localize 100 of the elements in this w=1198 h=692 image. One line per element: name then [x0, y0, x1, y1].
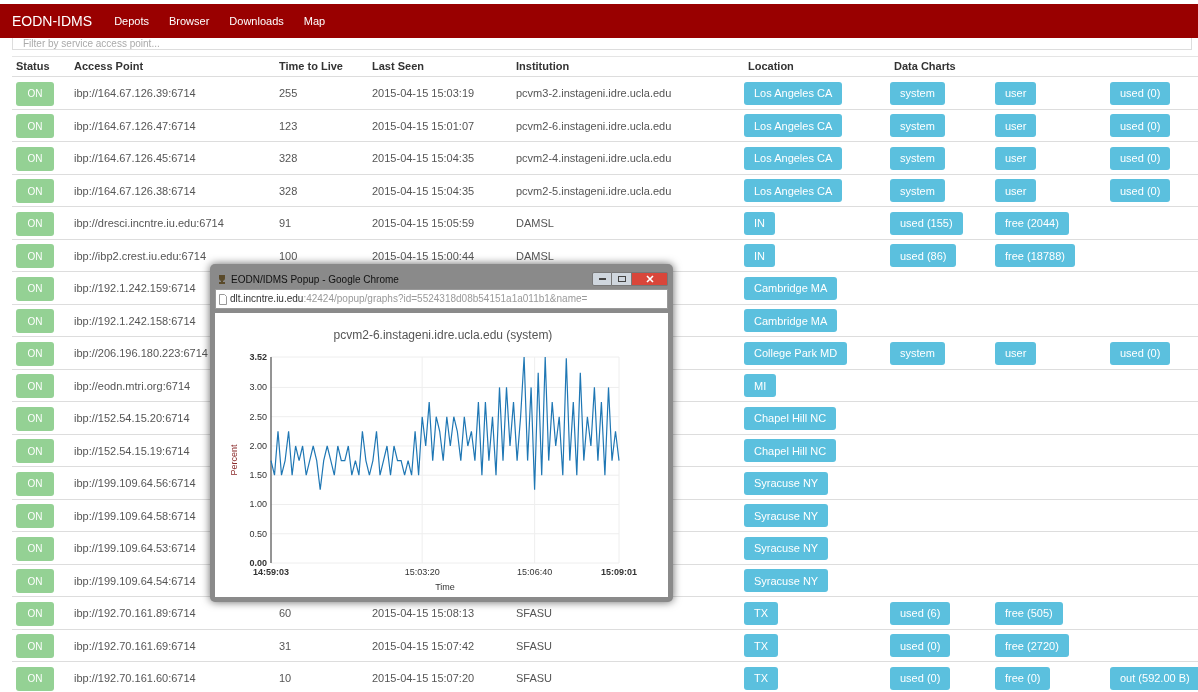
- status-badge: ON: [16, 276, 54, 301]
- data-chart-button[interactable]: system: [890, 114, 945, 138]
- location-button[interactable]: IN: [744, 211, 775, 235]
- nav-link[interactable]: Map: [303, 12, 326, 30]
- status-badge: ON: [16, 406, 54, 431]
- status-badge: ON: [16, 81, 54, 106]
- location-button[interactable]: TX: [744, 666, 779, 690]
- close-button[interactable]: [632, 272, 668, 286]
- last-seen: 2015-04-15 15:04:35: [371, 183, 475, 197]
- x-tick-label: 15:06:40: [517, 567, 553, 577]
- data-chart-button[interactable]: used (0): [1110, 114, 1171, 138]
- brand[interactable]: EODN-IDMS: [12, 10, 93, 32]
- data-chart-button[interactable]: used (0): [1110, 146, 1171, 170]
- time-to-live: 328: [278, 183, 298, 197]
- access-point: ibp://206.196.180.223:6714: [73, 346, 208, 359]
- data-chart-button[interactable]: free (0): [995, 666, 1051, 690]
- nav-link[interactable]: Browser: [169, 12, 210, 30]
- minimize-button[interactable]: [592, 272, 612, 286]
- data-chart-button[interactable]: free (2044): [995, 211, 1069, 235]
- last-seen: 2015-04-15 15:01:07: [371, 118, 475, 132]
- time-to-live: 60: [278, 606, 292, 619]
- trophy-icon: [217, 274, 227, 284]
- status-badge: ON: [16, 114, 54, 138]
- status-badge: ON: [16, 666, 54, 691]
- maximize-button[interactable]: [612, 272, 632, 286]
- time-to-live: 123: [278, 118, 298, 132]
- data-chart-button[interactable]: system: [890, 179, 945, 203]
- location-button[interactable]: MI: [744, 374, 777, 398]
- column-header: Institution: [515, 60, 570, 73]
- data-chart-button[interactable]: system: [890, 341, 945, 365]
- data-chart-button[interactable]: used (155): [890, 211, 963, 235]
- location-button[interactable]: Cambridge MA: [744, 309, 838, 333]
- location-button[interactable]: TX: [744, 601, 779, 625]
- data-chart-button[interactable]: free (2720): [995, 634, 1069, 658]
- status-badge: ON: [16, 536, 54, 561]
- address-bar[interactable]: dlt.incntre.iu.edu:42424/popup/graphs?id=5524318d08b54151a1a011b1&name=: [215, 289, 668, 309]
- status-badge: ON: [16, 244, 54, 268]
- column-header: Access Point: [73, 60, 144, 73]
- last-seen: 2015-04-15 15:07:20: [371, 671, 475, 684]
- institution: DAMSL: [515, 216, 554, 229]
- location-button[interactable]: Chapel Hill NC: [744, 439, 837, 463]
- column-header: Time to Live: [278, 60, 343, 73]
- data-chart-button[interactable]: used (0): [890, 634, 951, 658]
- data-chart-button[interactable]: system: [890, 81, 945, 105]
- x-tick-label: 15:09:01: [601, 567, 637, 577]
- nav-link[interactable]: Downloads: [229, 12, 284, 30]
- location-button[interactable]: Syracuse NY: [744, 504, 829, 528]
- data-chart-button[interactable]: free (18788): [995, 244, 1075, 268]
- data-chart-button[interactable]: user: [995, 341, 1037, 365]
- time-to-live: 31: [278, 638, 292, 652]
- location-button[interactable]: Cambridge MA: [744, 276, 838, 300]
- data-chart-button[interactable]: used (0): [890, 666, 951, 690]
- location-button[interactable]: Syracuse NY: [744, 471, 829, 495]
- location-button[interactable]: College Park MD: [744, 341, 848, 365]
- location-button[interactable]: IN: [744, 244, 775, 268]
- data-chart-button[interactable]: user: [995, 81, 1037, 105]
- nav-link[interactable]: Depots: [114, 12, 149, 30]
- location-button[interactable]: Syracuse NY: [744, 536, 829, 560]
- popup-title: EODN/IDMS Popup - Google Chrome: [231, 272, 399, 287]
- access-point: ibp://192.70.161.69:6714: [73, 638, 196, 652]
- access-point: ibp://164.67.126.47:6714: [73, 118, 196, 132]
- status-badge: ON: [16, 471, 54, 496]
- data-chart-button[interactable]: used (0): [1110, 179, 1171, 203]
- close-icon: [645, 275, 654, 283]
- access-point: ibp://dresci.incntre.iu.edu:6714: [73, 216, 224, 229]
- y-tick-label: 2.50: [249, 411, 267, 422]
- chart-title: pcvm2-6.instageni.idre.ucla.edu (system): [333, 328, 553, 342]
- last-seen: 2015-04-15 15:00:44: [371, 248, 475, 262]
- location-button[interactable]: Los Angeles CA: [744, 81, 843, 105]
- filter-field[interactable]: Filter by service access point...: [12, 38, 1192, 50]
- y-tick-label: 1.00: [249, 499, 267, 510]
- status-badge: ON: [16, 341, 54, 366]
- column-header: Status: [15, 60, 50, 73]
- y-tick-label: 0.50: [249, 528, 267, 539]
- data-chart-button[interactable]: user: [995, 114, 1037, 138]
- data-chart-button[interactable]: user: [995, 179, 1037, 203]
- last-seen: 2015-04-15 15:04:35: [371, 151, 475, 164]
- status-badge: ON: [16, 179, 54, 203]
- data-chart-button[interactable]: used (86): [890, 244, 957, 268]
- location-button[interactable]: Los Angeles CA: [744, 114, 843, 138]
- location-button[interactable]: Los Angeles CA: [744, 146, 843, 170]
- data-chart-button[interactable]: used (6): [890, 601, 951, 625]
- access-point: ibp://152.54.15.19:6714: [73, 443, 190, 457]
- institution: SFASU: [515, 606, 553, 619]
- y-tick-label: 1.50: [249, 470, 267, 481]
- location-button[interactable]: Syracuse NY: [744, 569, 829, 593]
- data-chart-button[interactable]: free (505): [995, 601, 1063, 625]
- time-to-live: 10: [278, 671, 292, 684]
- x-axis-title: Time: [435, 582, 455, 592]
- data-chart-button[interactable]: out (592.00 B): [1110, 666, 1198, 690]
- location-button[interactable]: Los Angeles CA: [744, 179, 843, 203]
- location-button[interactable]: Chapel Hill NC: [744, 406, 837, 430]
- data-chart-button[interactable]: used (0): [1110, 81, 1171, 105]
- column-header: Data Charts: [893, 60, 956, 73]
- data-chart-button[interactable]: system: [890, 146, 945, 170]
- location-button[interactable]: TX: [744, 634, 779, 658]
- data-chart-button[interactable]: used (0): [1110, 341, 1171, 365]
- data-chart-button[interactable]: user: [995, 146, 1037, 170]
- access-point: ibp://192.1.242.159:6714: [73, 281, 196, 294]
- url: dlt.incntre.iu.edu:42424/popup/graphs?id=5524318d08b54151a1a011b1&name=: [230, 294, 588, 304]
